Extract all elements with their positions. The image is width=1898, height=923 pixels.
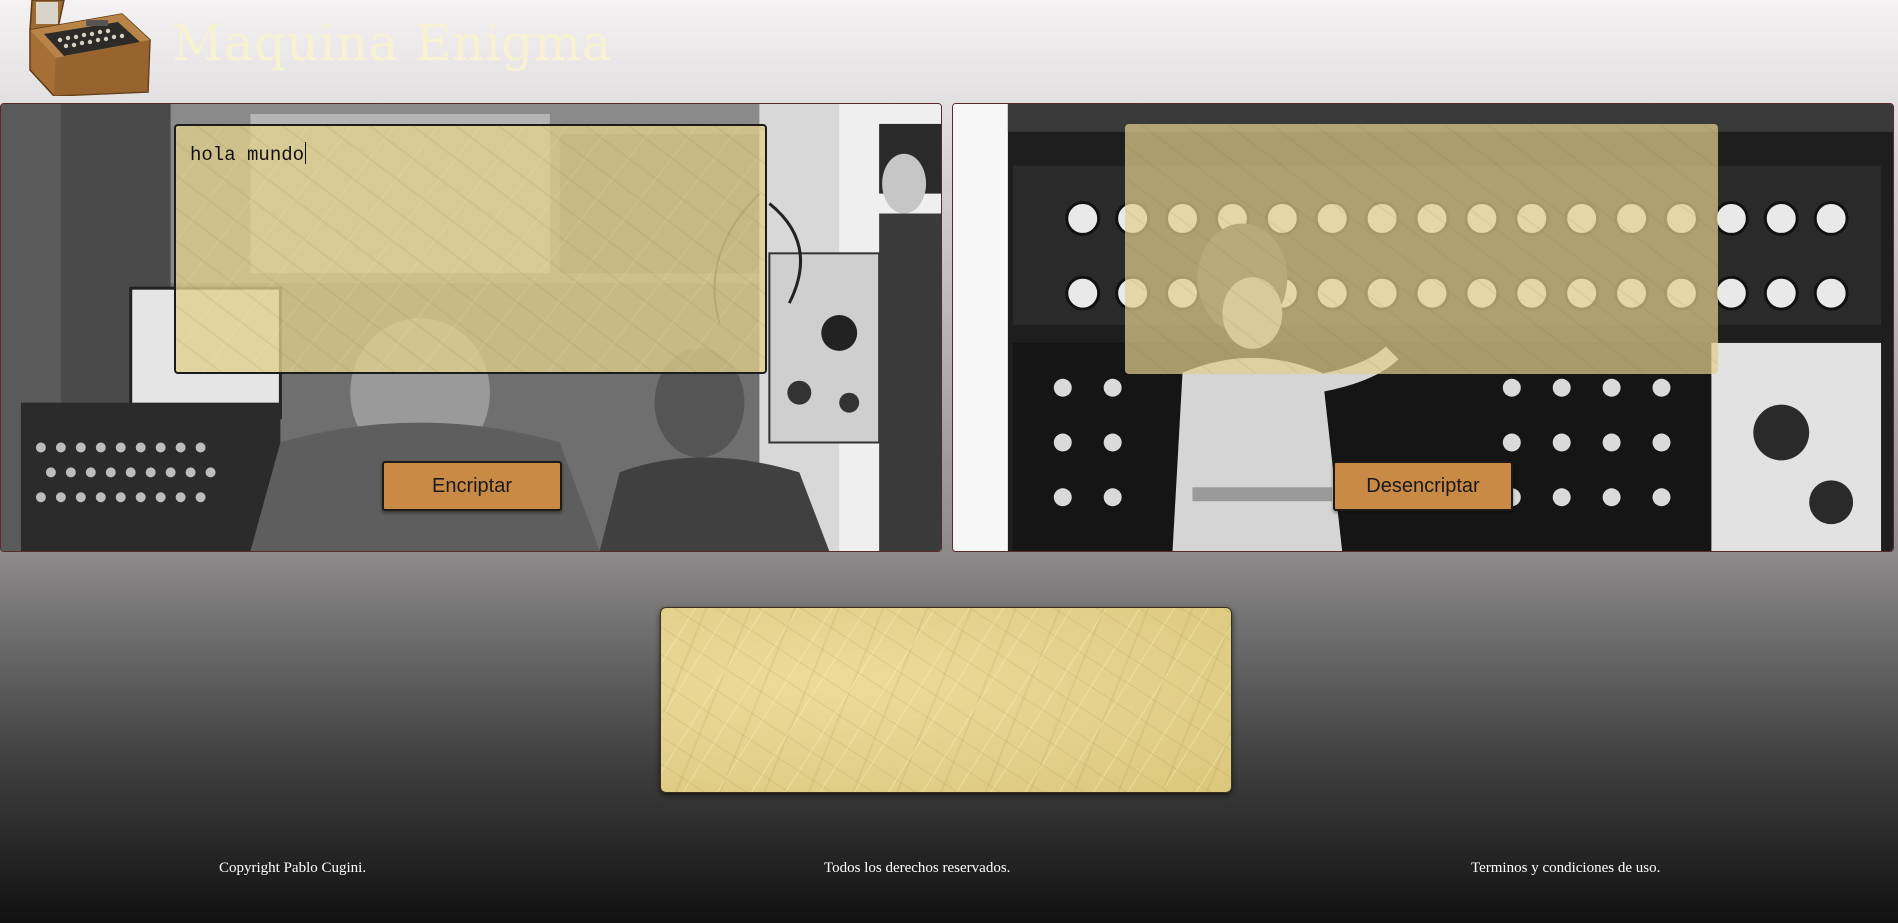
footer-copyright: Copyright Pablo Cugini. — [219, 860, 367, 876]
text-caret — [305, 142, 307, 164]
enigma-machine-icon — [29, 0, 151, 96]
encrypt-input[interactable]: hola mundo — [174, 124, 767, 374]
decrypt-panel: Desencriptar — [952, 103, 1894, 552]
decrypt-input[interactable] — [1125, 124, 1718, 374]
footer-rights: Todos los derechos reservados. — [824, 860, 1011, 876]
site-header: Maquina Enigma — [0, 0, 1898, 103]
footer-terms-link[interactable]: Terminos y condiciones de uso. — [1471, 860, 1660, 877]
encrypt-input-value: hola mundo — [190, 144, 305, 166]
encrypt-panel: hola mundo Encriptar — [0, 103, 942, 552]
page-title: Maquina Enigma — [172, 14, 613, 72]
result-output[interactable] — [660, 607, 1232, 793]
encrypt-button[interactable]: Encriptar — [382, 461, 562, 511]
decrypt-button[interactable]: Desencriptar — [1333, 461, 1513, 511]
